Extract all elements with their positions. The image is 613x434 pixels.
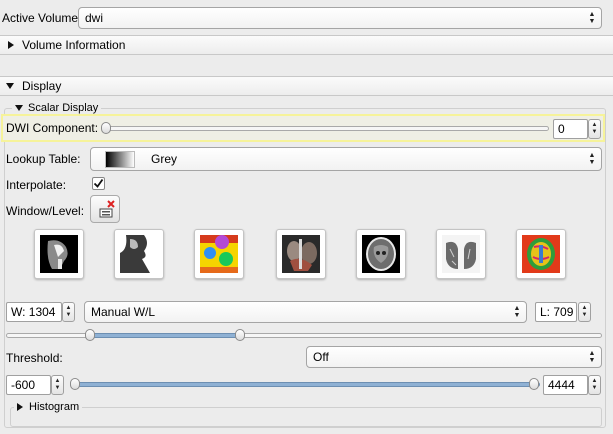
level-spinbox[interactable]: L: 709 bbox=[535, 302, 577, 322]
dwi-component-slider-track[interactable] bbox=[103, 126, 549, 131]
ct-brain-preset-icon bbox=[362, 235, 400, 273]
lookup-table-value: Grey bbox=[151, 152, 178, 166]
window-spinbox[interactable]: W: 1304 bbox=[6, 302, 62, 322]
threshold-max-value: 4444 bbox=[548, 378, 575, 392]
window-level-eraser-icon bbox=[99, 200, 115, 218]
scalar-display-header[interactable]: Scalar Display bbox=[12, 101, 102, 115]
ct-brain-preset-button[interactable] bbox=[356, 229, 406, 279]
scalar-display-title: Scalar Display bbox=[28, 102, 99, 114]
ct-lung-preset-button[interactable] bbox=[436, 229, 486, 279]
window-level-range-selection bbox=[92, 333, 240, 338]
level-stepper[interactable]: ▲ ▼ bbox=[578, 302, 591, 322]
collapsed-arrow-icon bbox=[8, 41, 14, 49]
dwi-component-label: DWI Component: bbox=[6, 121, 99, 135]
threshold-min-stepper[interactable]: ▲ ▼ bbox=[51, 375, 64, 395]
select-arrows-icon: ▲ ▼ bbox=[588, 11, 596, 25]
dwi-component-slider-handle[interactable] bbox=[101, 122, 111, 134]
threshold-max-stepper[interactable]: ▲ ▼ bbox=[588, 375, 601, 395]
select-arrows-icon: ▲ ▼ bbox=[588, 350, 596, 364]
checkmark-icon bbox=[93, 178, 104, 188]
threshold-range-track[interactable] bbox=[70, 382, 540, 387]
window-level-range-max-handle[interactable] bbox=[235, 329, 245, 341]
dti-preset-icon bbox=[522, 235, 560, 273]
ct-lung-preset-icon bbox=[442, 235, 480, 273]
volume-information-section-header[interactable]: Volume Information bbox=[0, 35, 613, 55]
interpolate-checkbox[interactable] bbox=[92, 177, 105, 190]
display-title: Display bbox=[22, 79, 62, 93]
threshold-range-max-handle[interactable] bbox=[529, 378, 539, 390]
dwi-component-spinbox[interactable]: 0 bbox=[553, 119, 588, 139]
threshold-min-spinbox[interactable]: -600 bbox=[6, 375, 51, 395]
histogram-header[interactable]: Histogram bbox=[14, 400, 83, 414]
active-volume-value: dwi bbox=[85, 11, 104, 25]
select-arrows-icon: ▲ ▼ bbox=[513, 305, 521, 319]
display-section-header[interactable]: Display bbox=[0, 76, 613, 96]
pet-preset-button[interactable] bbox=[194, 229, 244, 279]
level-value: L: 709 bbox=[540, 305, 574, 319]
threshold-max-spinbox[interactable]: 4444 bbox=[543, 375, 588, 395]
select-arrows-icon: ▲ ▼ bbox=[588, 152, 596, 166]
ct-abdomen-preset-button[interactable] bbox=[276, 229, 326, 279]
grey-colormap-swatch-icon bbox=[105, 151, 135, 168]
expanded-arrow-icon bbox=[15, 105, 23, 111]
expanded-arrow-icon bbox=[6, 83, 14, 89]
threshold-range-min-handle[interactable] bbox=[70, 378, 80, 390]
interpolate-label: Interpolate: bbox=[6, 178, 67, 192]
window-value: W: 1304 bbox=[11, 305, 56, 319]
window-level-mode-value: Manual W/L bbox=[91, 305, 156, 319]
window-level-label: Window/Level: bbox=[6, 204, 85, 218]
dwi-component-stepper[interactable]: ▲ ▼ bbox=[588, 119, 601, 139]
histogram-group bbox=[10, 407, 602, 427]
lookup-table-label: Lookup Table: bbox=[6, 152, 81, 166]
lookup-table-select[interactable]: Grey ▲ ▼ bbox=[90, 147, 602, 171]
collapsed-arrow-icon bbox=[17, 403, 23, 411]
histogram-title: Histogram bbox=[29, 401, 80, 413]
ct-bone-preset-icon bbox=[40, 235, 78, 273]
window-level-mode-select[interactable]: Manual W/L ▲ ▼ bbox=[84, 301, 527, 323]
ct-bone-preset-button[interactable] bbox=[34, 229, 84, 279]
active-volume-label: Active Volume bbox=[2, 11, 79, 25]
window-stepper[interactable]: ▲ ▼ bbox=[62, 302, 75, 322]
dwi-component-value: 0 bbox=[558, 122, 565, 136]
volume-information-title: Volume Information bbox=[22, 38, 126, 52]
ct-air-preset-icon bbox=[120, 235, 158, 273]
ct-air-preset-button[interactable] bbox=[114, 229, 164, 279]
dti-preset-button[interactable] bbox=[516, 229, 566, 279]
threshold-mode-value: Off bbox=[313, 350, 329, 364]
active-volume-select[interactable]: dwi ▲ ▼ bbox=[78, 7, 602, 29]
ct-abdomen-preset-icon bbox=[282, 235, 320, 273]
pet-preset-icon bbox=[200, 235, 238, 273]
window-level-tool-button[interactable] bbox=[90, 195, 120, 223]
threshold-mode-select[interactable]: Off ▲ ▼ bbox=[306, 346, 602, 368]
window-level-range-min-handle[interactable] bbox=[85, 329, 95, 341]
threshold-label: Threshold: bbox=[6, 351, 63, 365]
threshold-min-value: -600 bbox=[11, 378, 36, 392]
